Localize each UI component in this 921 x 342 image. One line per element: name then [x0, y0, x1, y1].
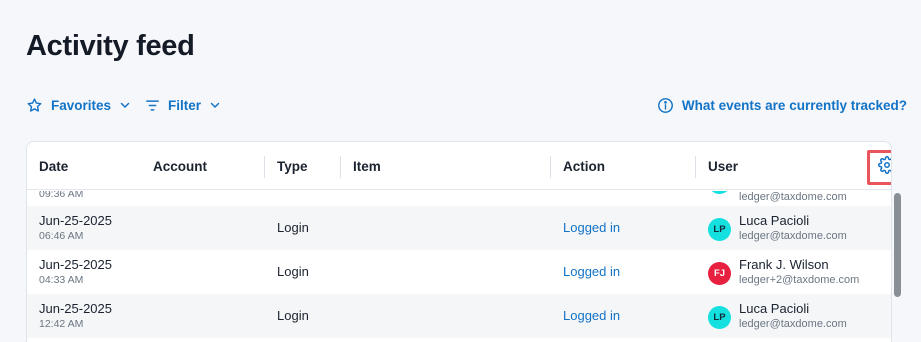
row-action-link[interactable]: Logged in: [563, 264, 620, 279]
row-action-link[interactable]: Logged in: [563, 308, 620, 323]
info-icon: [657, 97, 674, 114]
column-header-item[interactable]: Item: [353, 142, 381, 190]
row-time: 04:33 AM: [39, 274, 84, 286]
table-row[interactable]: Jun-25-2025 06:46 AM Login Logged in LP …: [27, 206, 891, 250]
favorites-label: Favorites: [51, 97, 112, 113]
favorites-dropdown[interactable]: Favorites: [26, 94, 131, 116]
tracked-events-link[interactable]: What events are currently tracked?: [657, 94, 907, 116]
user-email: ledger@taxdome.com: [739, 230, 847, 242]
row-time: 06:46 AM: [39, 230, 84, 242]
column-header-action[interactable]: Action: [563, 142, 605, 190]
table-row[interactable]: 09:36 AM ledger@taxdome.com: [27, 191, 891, 206]
star-icon: [26, 97, 43, 114]
row-date: Jun-25-2025: [39, 213, 112, 228]
column-header-date[interactable]: Date: [39, 142, 68, 190]
tracked-events-label: What events are currently tracked?: [681, 97, 907, 113]
avatar: LP: [708, 306, 731, 329]
gear-icon: [878, 156, 891, 179]
row-time: 12:42 AM: [39, 318, 84, 330]
table-row[interactable]: Jun-25-2025 04:33 AM Login Logged in FJ …: [27, 250, 891, 294]
row-action-link[interactable]: Logged in: [563, 220, 620, 235]
row-date: Jun-25-2025: [39, 301, 112, 316]
column-header-account[interactable]: Account: [153, 142, 207, 190]
avatar: FJ: [708, 262, 731, 285]
user-name: Luca Pacioli: [739, 301, 810, 316]
table-row[interactable]: Jun-25-2025 12:42 AM Login Logged in LP …: [27, 294, 891, 338]
scrollbar-thumb[interactable]: [894, 193, 901, 297]
user-email: ledger@taxdome.com: [739, 191, 847, 203]
filter-icon: [145, 98, 160, 113]
toolbar: Favorites Filter What events are current…: [26, 94, 907, 116]
table-header: Date Account Type Item Action User: [27, 142, 891, 190]
row-type: Login: [277, 264, 309, 279]
chevron-down-icon: [209, 99, 221, 111]
column-divider: [550, 156, 551, 178]
row-date: Jun-25-2025: [39, 257, 112, 272]
avatar: LP: [708, 218, 731, 241]
user-name: Luca Pacioli: [739, 213, 810, 228]
row-type: Login: [277, 308, 309, 323]
row-time: 09:36 AM: [39, 191, 84, 200]
activity-table: Date Account Type Item Action User 09:36…: [26, 141, 892, 342]
column-settings-button[interactable]: [867, 150, 891, 185]
avatar: [708, 191, 731, 194]
filter-label: Filter: [168, 97, 202, 113]
page-title: Activity feed: [26, 30, 195, 62]
user-email: ledger@taxdome.com: [739, 318, 847, 330]
column-divider: [695, 156, 696, 178]
column-divider: [264, 156, 265, 178]
row-type: Login: [277, 220, 309, 235]
table-body: 09:36 AM ledger@taxdome.com Jun-25-2025 …: [27, 191, 891, 342]
column-header-type[interactable]: Type: [277, 142, 308, 190]
user-email: ledger+2@taxdome.com: [739, 274, 860, 286]
user-name: Frank J. Wilson: [739, 257, 829, 272]
chevron-down-icon: [119, 99, 131, 111]
column-header-user[interactable]: User: [708, 142, 738, 190]
column-divider: [340, 156, 341, 178]
filter-dropdown[interactable]: Filter: [145, 94, 221, 116]
